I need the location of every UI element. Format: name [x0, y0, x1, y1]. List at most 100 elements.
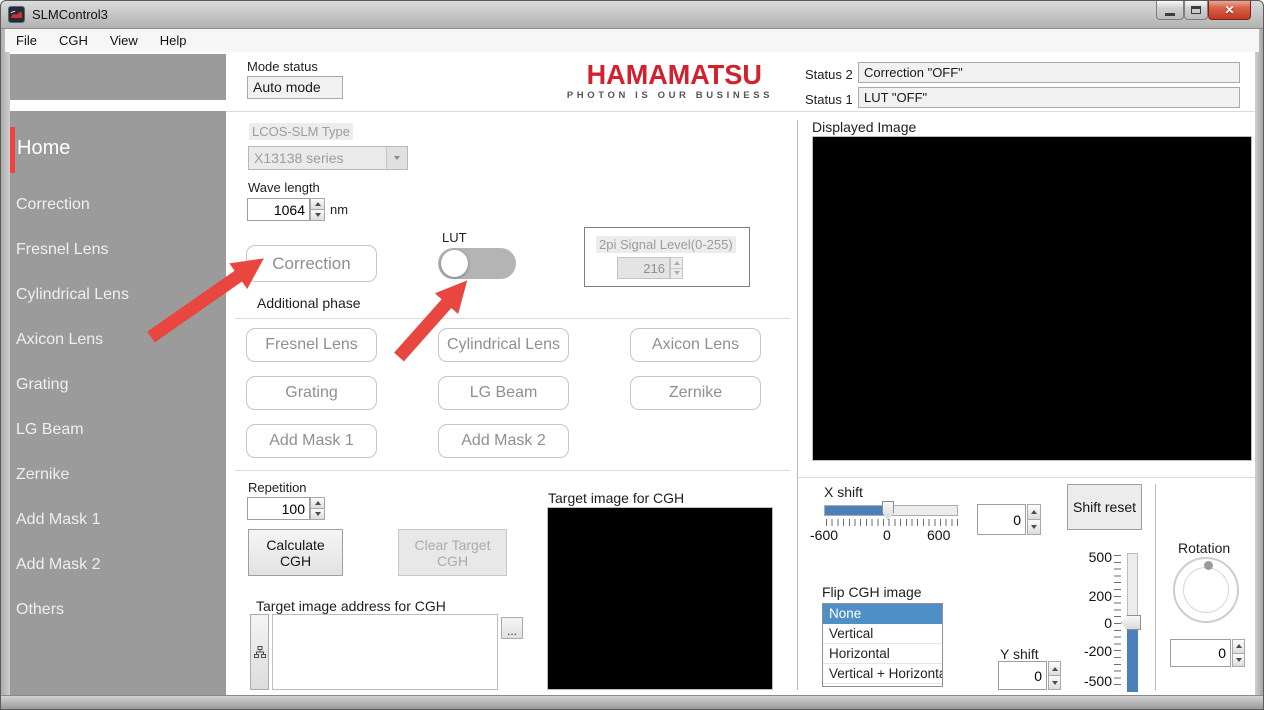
target-image-label: Target image for CGH	[548, 490, 684, 506]
wavelength-spinner	[310, 198, 325, 221]
vertical-separator	[797, 120, 798, 690]
menu-view[interactable]: View	[99, 30, 149, 51]
sidebar-item-add-mask-2[interactable]: Add Mask 2	[16, 556, 100, 574]
spinner-down-icon[interactable]	[310, 210, 325, 221]
lut-toggle-knob	[441, 250, 468, 277]
spinner-down-icon[interactable]	[1048, 676, 1061, 690]
signal-level-label: 2pi Signal Level(0-255)	[596, 236, 736, 253]
flip-option-horizontal[interactable]: Horizontal	[823, 644, 942, 664]
separator	[235, 318, 790, 319]
add-mask-1-button[interactable]: Add Mask 1	[246, 424, 377, 458]
lcos-type-dropdown[interactable]: X13138 series	[248, 146, 408, 170]
wavelength-unit: nm	[330, 202, 348, 217]
target-address-label: Target image address for CGH	[256, 598, 446, 614]
cylindrical-lens-button[interactable]: Cylindrical Lens	[438, 328, 569, 362]
spinner-up-icon[interactable]	[1027, 504, 1041, 520]
lg-beam-button[interactable]: LG Beam	[438, 376, 569, 410]
sidebar-item-others[interactable]: Others	[16, 601, 64, 619]
rotation-input[interactable]: 0	[1170, 639, 1231, 667]
logo-text: HAMAMATSU	[563, 58, 786, 91]
lut-toggle[interactable]	[438, 248, 516, 279]
y-shift-spinner	[1048, 661, 1061, 690]
rotation-knob-inner	[1183, 567, 1229, 613]
y-shift-input[interactable]: 0	[998, 661, 1047, 690]
vertical-separator	[1155, 484, 1156, 690]
x-tick-label: 0	[883, 527, 891, 543]
spinner-up-icon[interactable]	[1048, 661, 1061, 676]
x-shift-tick-marks	[826, 519, 958, 526]
sidebar-item-lg-beam[interactable]: LG Beam	[16, 421, 84, 439]
calculate-cgh-button[interactable]: Calculate CGH	[248, 529, 343, 576]
spinner-up-icon[interactable]	[310, 497, 325, 509]
sidebar-item-axicon-lens[interactable]: Axicon Lens	[16, 331, 103, 349]
sidebar-item-home[interactable]: Home	[17, 137, 70, 160]
sidebar-item-correction[interactable]: Correction	[16, 196, 90, 214]
flip-cgh-label: Flip CGH image	[822, 584, 922, 600]
y-shift-slider-thumb[interactable]	[1121, 615, 1141, 630]
y-tick-label: -200	[1078, 643, 1112, 659]
sidebar-item-zernike[interactable]: Zernike	[16, 466, 69, 484]
target-address-input[interactable]	[272, 614, 498, 690]
grating-button[interactable]: Grating	[246, 376, 377, 410]
shift-reset-button[interactable]: Shift reset	[1067, 484, 1142, 530]
menu-file[interactable]: File	[5, 30, 48, 51]
zernike-button[interactable]: Zernike	[630, 376, 761, 410]
displayed-image-panel	[812, 136, 1252, 461]
axicon-lens-button[interactable]: Axicon Lens	[630, 328, 761, 362]
flip-option-none[interactable]: None	[823, 604, 942, 624]
app-icon	[8, 6, 25, 23]
window-frame-bottom	[0, 695, 1264, 710]
sidebar-item-grating[interactable]: Grating	[16, 376, 68, 394]
tree-icon	[254, 646, 266, 658]
titlebar[interactable]: SLMControl3 ✕	[0, 0, 1264, 29]
x-shift-slider-thumb[interactable]	[882, 501, 894, 520]
rotation-label: Rotation	[1178, 540, 1230, 556]
status1-field: LUT "OFF"	[858, 87, 1240, 108]
spinner-down-icon[interactable]	[310, 509, 325, 520]
menu-help[interactable]: Help	[149, 30, 198, 51]
flip-option-vertical[interactable]: Vertical	[823, 624, 942, 644]
x-shift-input[interactable]: 0	[977, 504, 1026, 535]
maximize-button[interactable]	[1184, 0, 1208, 20]
x-tick-label: 600	[927, 527, 950, 543]
browse-button[interactable]: ...	[501, 617, 523, 639]
mode-status-label: Mode status	[247, 59, 318, 74]
y-shift-slider-fill[interactable]	[1127, 628, 1138, 692]
minimize-button[interactable]	[1156, 0, 1184, 20]
tree-browse-button[interactable]	[250, 614, 269, 690]
repetition-spinner	[310, 497, 325, 520]
flip-option-vertical-horizontal[interactable]: Vertical + Horizontal	[823, 664, 942, 684]
add-mask-2-button[interactable]: Add Mask 2	[438, 424, 569, 458]
spinner-down-icon[interactable]	[1232, 654, 1245, 668]
lcos-type-value: X13138 series	[249, 150, 386, 166]
flip-cgh-listbox: None Vertical Horizontal Vertical + Hori…	[822, 603, 943, 687]
window-frame-right	[1255, 29, 1264, 695]
menu-cgh[interactable]: CGH	[48, 30, 99, 51]
close-button[interactable]: ✕	[1208, 0, 1251, 20]
spinner-up-icon[interactable]	[1232, 639, 1245, 654]
sidebar-item-fresnel-lens[interactable]: Fresnel Lens	[16, 241, 109, 259]
y-tick-label: 500	[1078, 549, 1112, 565]
lcos-type-label: LCOS-SLM Type	[249, 123, 353, 140]
sidebar-item-cylindrical-lens[interactable]: Cylindrical Lens	[16, 286, 129, 304]
fresnel-lens-button[interactable]: Fresnel Lens	[246, 328, 377, 362]
signal-level-spinner	[670, 257, 683, 279]
spinner-down-icon[interactable]	[1027, 520, 1041, 535]
hamamatsu-logo: HAMAMATSU PHOTON IS OUR BUSINESS	[563, 58, 777, 101]
rotation-knob[interactable]	[1173, 557, 1239, 623]
status2-label: Status 2	[805, 67, 853, 82]
y-shift-tick-marks	[1114, 555, 1121, 691]
window-frame-left	[0, 29, 10, 695]
y-shift-label: Y shift	[1000, 646, 1039, 662]
repetition-input[interactable]: 100	[247, 497, 310, 520]
app-window: SLMControl3 ✕ File CGH View Help Home Co…	[0, 0, 1264, 710]
separator	[235, 470, 790, 471]
sidebar-item-add-mask-1[interactable]: Add Mask 1	[16, 511, 100, 529]
wavelength-label: Wave length	[248, 180, 320, 195]
clear-target-cgh-button: Clear Target CGH	[398, 529, 507, 576]
menubar: File CGH View Help	[5, 29, 1259, 52]
correction-button[interactable]: Correction	[246, 245, 377, 282]
spinner-up-icon[interactable]	[310, 198, 325, 210]
y-shift-slider-track[interactable]	[1127, 553, 1138, 623]
wavelength-input[interactable]: 1064	[247, 198, 310, 221]
